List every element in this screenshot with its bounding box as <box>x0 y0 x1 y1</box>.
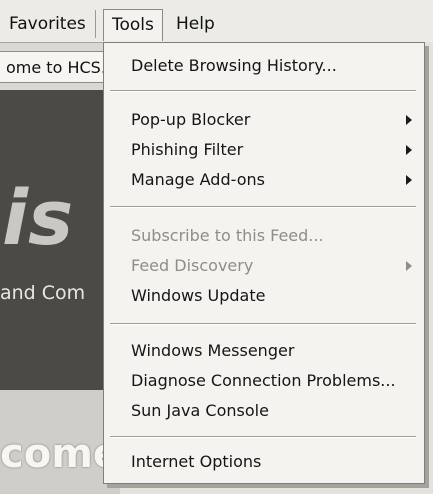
menu-divider <box>110 323 416 325</box>
menu-divider <box>110 206 416 208</box>
menu-item-label: Delete Browsing History... <box>131 56 337 75</box>
menu-item-windows-update[interactable]: Windows Update <box>104 281 424 311</box>
menu-help[interactable]: Help <box>176 14 215 34</box>
menu-item-internet-options[interactable]: Internet Options <box>104 447 424 477</box>
menu-item-phishing-filter[interactable]: Phishing Filter <box>104 135 424 165</box>
menu-item-manage-add-ons[interactable]: Manage Add-ons <box>104 165 424 195</box>
menu-item-label: Phishing Filter <box>131 140 244 159</box>
menu-item-subscribe-to-feed[interactable]: Subscribe to this Feed... <box>104 221 424 251</box>
menu-item-feed-discovery[interactable]: Feed Discovery <box>104 251 424 281</box>
menu-divider <box>110 90 416 92</box>
menu-item-label: Subscribe to this Feed... <box>131 226 324 245</box>
menu-divider <box>110 436 416 438</box>
menu-item-delete-browsing-history[interactable]: Delete Browsing History... <box>104 51 424 81</box>
menu-item-windows-messenger[interactable]: Windows Messenger <box>104 336 424 366</box>
submenu-arrow-icon <box>406 261 412 271</box>
menu-item-popup-blocker[interactable]: Pop-up Blocker <box>104 105 424 135</box>
page-subtitle: and Com <box>0 282 86 304</box>
menu-bar: Favorites Tools Help <box>0 0 433 42</box>
menu-item-label: Sun Java Console <box>131 401 269 420</box>
menu-item-label: Feed Discovery <box>131 256 254 275</box>
menu-separator <box>95 10 96 38</box>
submenu-arrow-icon <box>406 175 412 185</box>
menu-item-sun-java-console[interactable]: Sun Java Console <box>104 396 424 426</box>
tab-strip: ome to HCS. <box>0 42 120 91</box>
menu-item-diagnose-connection[interactable]: Diagnose Connection Problems... <box>104 366 424 396</box>
menu-item-label: Windows Messenger <box>131 341 295 360</box>
menu-favorites[interactable]: Favorites <box>9 14 86 34</box>
menu-item-label: Internet Options <box>131 452 262 471</box>
menu-item-label: Manage Add-ons <box>131 170 265 189</box>
tools-menu-dropdown: Delete Browsing History... Pop-up Blocke… <box>103 42 425 484</box>
menu-item-label: Pop-up Blocker <box>131 110 251 129</box>
submenu-arrow-icon <box>406 115 412 125</box>
menu-item-label: Diagnose Connection Problems... <box>131 371 396 390</box>
menu-tools[interactable]: Tools <box>103 9 163 41</box>
browser-tab[interactable]: ome to HCS. <box>0 51 112 83</box>
page-welcome-heading: come <box>0 431 120 477</box>
page-logo: is <box>2 173 74 262</box>
submenu-arrow-icon <box>406 145 412 155</box>
menu-item-label: Windows Update <box>131 286 266 305</box>
